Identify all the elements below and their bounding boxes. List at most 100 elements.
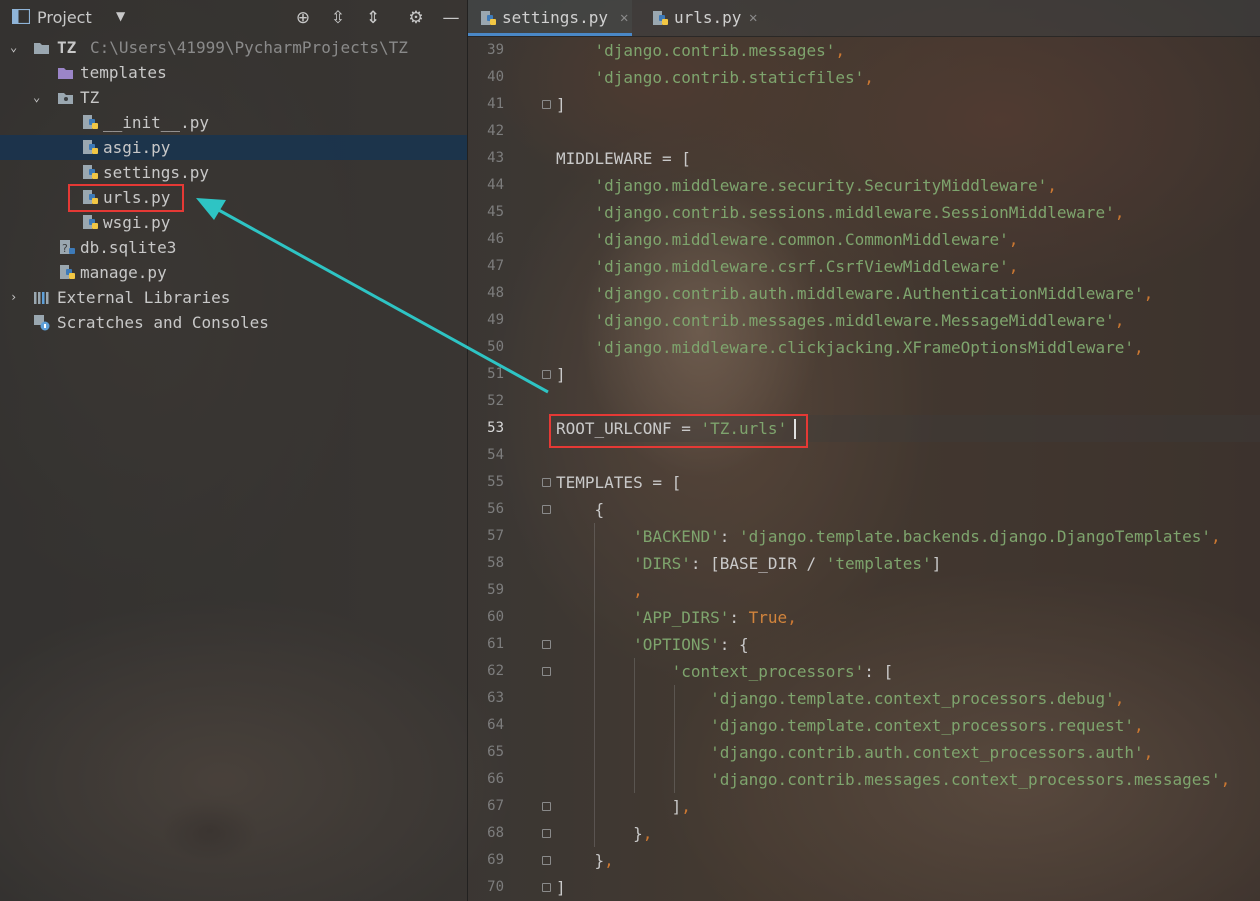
code-line[interactable]: , [556,577,1260,604]
code-line[interactable]: 'BACKEND': 'django.template.backends.dja… [556,523,1260,550]
code-line[interactable]: ], [556,793,1260,820]
tree-item-scratches[interactable]: Scratches and Consoles [0,310,467,335]
code-token: 'django.contrib.auth.middleware.Authenti… [594,284,1144,303]
fold-marker-icon[interactable] [542,883,551,892]
fold-marker-icon[interactable] [542,856,551,865]
locate-icon[interactable]: ⊕ [292,7,314,29]
code-token: , [604,851,614,870]
tab-urls-py[interactable]: urls.py ✕ [640,0,775,36]
line-number: 50 [487,339,504,355]
code-line[interactable]: 'django.template.context_processors.debu… [556,685,1260,712]
line-number: 41 [487,96,504,112]
tree-item-db-sqlite3[interactable]: ? db.sqlite3 [0,235,467,260]
code-line[interactable]: 'OPTIONS': { [556,631,1260,658]
code-line[interactable]: 'APP_DIRS': True, [556,604,1260,631]
fold-marker-icon[interactable] [542,829,551,838]
code-line[interactable]: 'django.contrib.messages.context_process… [556,766,1260,793]
code-line[interactable] [556,388,1260,415]
code-line[interactable]: }, [556,820,1260,847]
minimize-icon[interactable]: — [440,7,462,29]
code-token: 'django.middleware.csrf.CsrfViewMiddlewa… [594,257,1009,276]
code-token: , [1114,689,1125,708]
fold-marker-icon[interactable] [542,370,551,379]
code-token: , [787,608,797,627]
tree-item-init-py[interactable]: __init__.py [0,110,467,135]
line-number-gutter: 39 40 41 42 43 44 45 46 47 48 49 50 51 52 53 54 55 56 57 58… [468,37,528,901]
tree-item-external-libraries[interactable]: › External Libraries [0,285,467,310]
fold-marker-icon[interactable] [542,802,551,811]
line-number: 54 [487,447,504,463]
code-line[interactable]: TEMPLATES = [ [556,469,1260,496]
code-line[interactable]: 'django.middleware.security.SecurityMidd… [556,172,1260,199]
line-number: 47 [487,258,504,274]
annotation-highlight-root-urlconf [549,414,808,448]
code-line[interactable]: 'django.contrib.staticfiles', [556,64,1260,91]
fold-marker-icon[interactable] [542,667,551,676]
code-line[interactable]: 'context_processors': [ [556,658,1260,685]
collapse-all-icon[interactable]: ⇕ [362,7,384,29]
tree-item-label: External Libraries [57,288,231,307]
close-icon[interactable]: ✕ [749,0,757,36]
code-line[interactable]: { [556,496,1260,523]
tree-item-asgi-py[interactable]: asgi.py [0,135,467,160]
project-title[interactable]: Project [37,8,92,27]
fold-marker-icon[interactable] [542,640,551,649]
expand-all-icon[interactable]: ⇳ [327,7,349,29]
code-editor[interactable]: settings.py ✕ urls.py ✕ 39 40 41 42 43 44 45 46… [468,0,1260,901]
database-icon: ? [60,240,75,255]
code-line[interactable]: 'django.template.context_processors.requ… [556,712,1260,739]
tree-item-settings-py[interactable]: settings.py [0,160,467,185]
tab-settings-py[interactable]: settings.py ✕ [468,0,632,36]
code-line[interactable]: 'django.contrib.sessions.middleware.Sess… [556,199,1260,226]
code-line[interactable] [556,118,1260,145]
code-token: , [835,41,845,60]
code-token: ] [556,365,566,384]
code-line[interactable]: 'DIRS': [BASE_DIR / 'templates'] [556,550,1260,577]
code-line[interactable]: 'django.middleware.clickjacking.XFrameOp… [556,334,1260,361]
chevron-right-icon[interactable]: › [10,285,17,310]
code-line[interactable]: 'django.contrib.auth.middleware.Authenti… [556,280,1260,307]
code-token: 'django.middleware.common.CommonMiddlewa… [594,230,1009,249]
code-line[interactable]: 'django.middleware.csrf.CsrfViewMiddlewa… [556,253,1260,280]
code-token: 'django.contrib.staticfiles' [594,68,865,87]
python-file-icon [83,215,98,229]
code-line[interactable]: ] [556,91,1260,118]
tree-item-label: TZ [80,88,100,107]
code-area[interactable]: 'django.contrib.messages', 'django.contr… [556,37,1260,901]
close-icon[interactable]: ✕ [620,0,628,36]
code-line[interactable]: 'django.contrib.messages', [556,37,1260,64]
tree-item-wsgi-py[interactable]: wsgi.py [0,210,467,235]
line-number: 63 [487,690,504,706]
tree-item-tz-package[interactable]: ⌄ TZ [0,85,467,110]
code-token: ] [556,95,566,114]
code-token: 'django.template.context_processors.requ… [710,716,1134,735]
gear-icon[interactable]: ⚙ [405,7,427,29]
code-token: 'OPTIONS' [633,635,720,654]
code-line[interactable]: ] [556,874,1260,901]
tab-label: urls.py [674,8,742,27]
code-line[interactable]: 'django.middleware.common.CommonMiddlewa… [556,226,1260,253]
tree-item-label: wsgi.py [103,213,171,232]
code-token: , [1008,257,1019,276]
tree-item-manage-py[interactable]: manage.py [0,260,467,285]
code-line[interactable]: 'django.contrib.auth.context_processors.… [556,739,1260,766]
fold-marker-icon[interactable] [542,478,551,487]
tree-item-tz-root[interactable]: ⌄ TZ C:\Users\41999\PycharmProjects\TZ [0,35,467,60]
chevron-down-icon[interactable]: ▼ [116,9,125,23]
code-line[interactable]: ] [556,361,1260,388]
line-number: 61 [487,636,504,652]
fold-marker-icon[interactable] [542,505,551,514]
tree-item-templates[interactable]: templates [0,60,467,85]
code-line[interactable]: 'django.contrib.messages.middleware.Mess… [556,307,1260,334]
tree-item-label: db.sqlite3 [80,238,177,257]
chevron-down-icon[interactable]: ⌄ [33,85,40,110]
code-line[interactable]: MIDDLEWARE = [ [556,145,1260,172]
chevron-down-icon[interactable]: ⌄ [10,35,17,60]
tab-label: settings.py [502,8,608,27]
code-line[interactable]: }, [556,847,1260,874]
fold-marker-icon[interactable] [542,100,551,109]
code-token: 'templates' [825,554,932,573]
code-token: 'django.middleware.clickjacking.XFrameOp… [594,338,1134,357]
